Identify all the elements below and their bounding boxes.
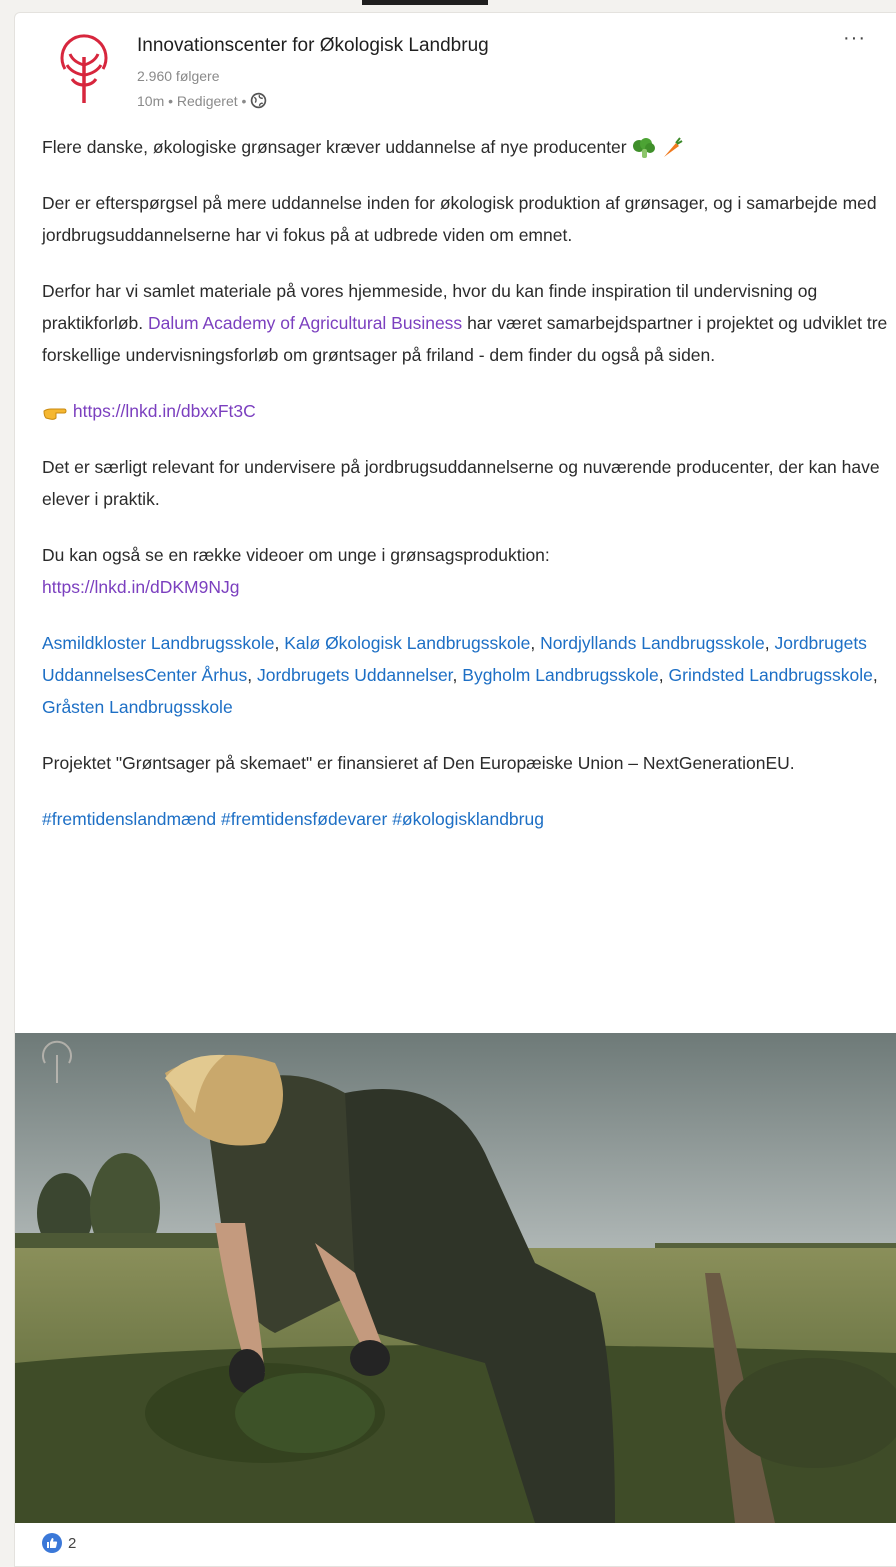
hashtag-fremtidenslandmaend[interactable]: #fremtidenslandmænd [42, 809, 216, 829]
post-timestamp: 10m • Redigeret • [137, 92, 247, 109]
globe-icon [251, 92, 267, 109]
hashtag-fremtidensfodevarer[interactable]: #fremtidensfødevarer [221, 809, 387, 829]
headline-text: Flere danske, økologiske grønsager kræve… [42, 137, 627, 157]
school-tag-nordjyllands[interactable]: Nordjyllands Landbrugsskole [540, 633, 765, 653]
school-tag-kalo[interactable]: Kalø Økologisk Landbrugsskole [284, 633, 530, 653]
carrot-emoji-icon [664, 137, 683, 158]
lnkd-link-2[interactable]: https://lnkd.in/dDKM9NJg [42, 577, 239, 597]
tree-sprout-logo-icon[interactable] [53, 29, 115, 111]
more-options-button[interactable]: ··· [843, 27, 866, 50]
dalum-academy-link[interactable]: Dalum Academy of Agricultural Business [148, 313, 462, 333]
paragraph-relevance: Det er særligt relevant for undervisere … [42, 457, 880, 509]
paragraph-videos: Du kan også se en række videoer om unge … [42, 539, 890, 603]
pointing-hand-emoji-icon [43, 408, 67, 421]
videos-text: Du kan også se en række videoer om unge … [42, 545, 550, 565]
school-tags-paragraph: Asmildkloster Landbrugsskole, Kalø Økolo… [42, 633, 878, 717]
broccoli-emoji-icon [632, 138, 655, 159]
lnkd-link-1[interactable]: https://lnkd.in/dbxxFt3C [73, 401, 256, 421]
post-meta: 10m • Redigeret • [137, 92, 267, 109]
school-tag-bygholm[interactable]: Bygholm Landbrugsskole [462, 665, 659, 685]
post-header: Innovationscenter for Økologisk Landbrug… [15, 13, 895, 123]
hashtags-paragraph: #fremtidenslandmænd #fremtidensfødevarer… [42, 803, 890, 835]
headline-paragraph: Flere danske, økologiske grønsager kræve… [42, 131, 890, 163]
paragraph-demand: Der er efterspørgsel på mere uddannelse … [42, 193, 877, 245]
school-tag-jordbrugets-uddannelser[interactable]: Jordbrugets Uddannelser [257, 665, 453, 685]
post-video-thumbnail[interactable] [15, 1033, 896, 1523]
school-tag-grasten[interactable]: Gråsten Landbrugsskole [42, 697, 233, 717]
follower-count: 2.960 følgere [137, 68, 220, 84]
linkedin-post-card: Innovationscenter for Økologisk Landbrug… [14, 12, 896, 1567]
paragraph-funding: Projektet "Grøntsager på skemaet" er fin… [42, 753, 795, 773]
school-tag-grindsted[interactable]: Grindsted Landbrugsskole [669, 665, 873, 685]
post-body: Flere danske, økologiske grønsager kræve… [42, 131, 890, 835]
reaction-summary[interactable]: 2 [42, 1533, 76, 1553]
reaction-count: 2 [68, 1534, 77, 1552]
window-top-bar [362, 0, 488, 5]
link1-paragraph: https://lnkd.in/dbxxFt3C [42, 395, 890, 427]
paragraph-material: Derfor har vi samlet materiale på vores … [42, 275, 890, 371]
school-tag-asmildkloster[interactable]: Asmildkloster Landbrugsskole [42, 633, 274, 653]
like-icon [42, 1533, 62, 1553]
org-name-link[interactable]: Innovationscenter for Økologisk Landbrug [137, 35, 489, 57]
hashtag-okologisklandbrug[interactable]: #økologisklandbrug [392, 809, 544, 829]
